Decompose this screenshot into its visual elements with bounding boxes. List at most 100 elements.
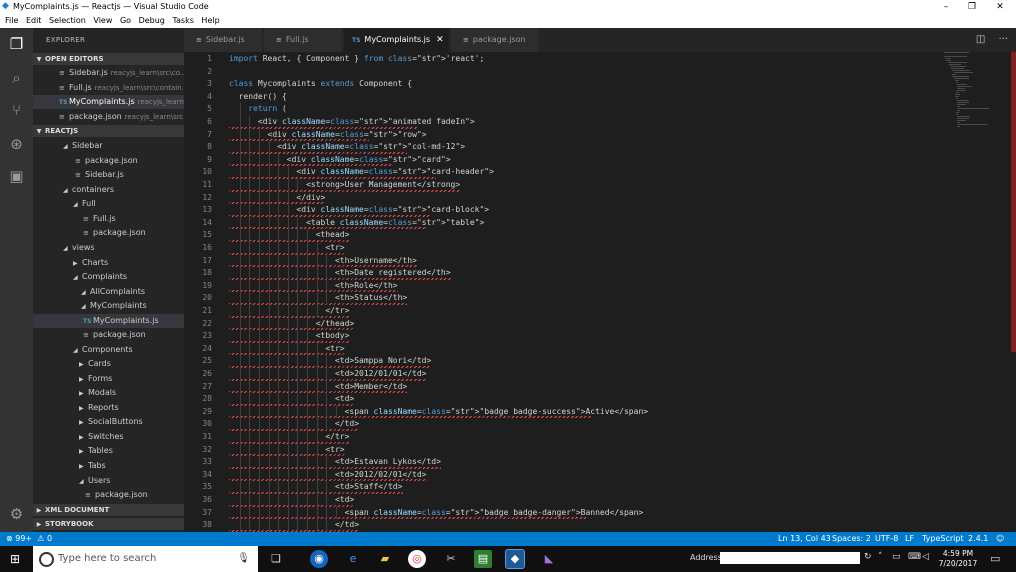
minimap-line [946,60,952,61]
minimap-line [958,108,989,109]
menu-edit[interactable]: Edit [26,14,42,28]
indent-guide [287,305,289,318]
menu-file[interactable]: File [5,14,18,28]
minimap-line [957,86,972,87]
taskbar-clock[interactable]: 4:59 PM 7/20/2017 [937,549,979,569]
menu-debug[interactable]: Debug [139,14,165,28]
indent-guide [258,418,260,431]
gear-icon[interactable]: ⚙ [6,504,27,525]
indent-guide [239,153,241,167]
menu-selection[interactable]: Selection [49,14,86,28]
split-editor-icon[interactable]: ◫ [976,34,985,45]
line-number: 19 [202,280,212,290]
problems-indicator[interactable]: ⊗ 99+ ⚠ 0 [6,532,52,546]
indent-guide [316,242,318,255]
minimap-line [957,126,961,127]
code-line[interactable]: return ( [229,103,287,116]
tab-sidebar-js[interactable]: ≡ Sidebar.js [184,28,262,52]
indent-guide [239,128,241,142]
cortana-icon [39,552,54,567]
source-control-icon[interactable]: ⑂ [6,100,27,121]
open-editors-section[interactable]: ▼ OPEN EDITORS [33,53,184,65]
encoding-setting[interactable]: UTF-8 [875,532,898,546]
menu-help[interactable]: Help [201,14,219,28]
tools-icon[interactable]: ✂ [442,550,460,568]
code-line[interactable]: class Mycomplaints extends Component { [229,78,412,91]
chevron-down-icon: ◢ [63,187,68,194]
extensions-icon[interactable]: ▣ [6,166,27,187]
more-actions-icon[interactable]: ··· [998,34,1008,45]
vscode-taskbar-icon[interactable]: ◆ [505,549,525,569]
chevron-down-icon: ▼ [36,128,42,135]
refresh-icon[interactable]: ↻ [864,552,872,562]
task-view-icon[interactable]: ❏ [267,550,285,568]
indent-guide [249,242,251,255]
close-window-button[interactable]: ✕ [986,0,1014,14]
network-icon[interactable]: ▭ [892,552,901,562]
open-editor-item[interactable]: ≡ Full.js reacyjs_learn\src\contain... [33,81,184,95]
feedback-smiley-icon[interactable]: ☺ [996,532,1004,546]
minimize-button[interactable]: – [932,0,960,14]
editor-scrollbar[interactable] [1011,52,1016,352]
chevron-right-icon: ▶ [79,376,84,383]
indent-guide [316,355,318,368]
chrome-icon[interactable]: ◎ [408,550,426,568]
xml-document-section[interactable]: ▶ XML DOCUMENT [33,504,184,516]
indentation-setting[interactable]: Spaces: 2 [832,532,871,546]
notifications-icon[interactable]: ▭ [990,552,1000,565]
spreadsheet-icon[interactable]: ▤ [474,550,492,568]
debug-icon[interactable]: ⊛ [6,134,27,155]
menu-go[interactable]: Go [120,14,131,28]
tab-full-js[interactable]: ≡ Full.js [264,28,342,52]
eol-setting[interactable]: LF [905,532,914,546]
volume-icon[interactable]: ◁ [922,552,929,562]
indent-guide [268,153,270,167]
indent-guide [258,191,260,205]
open-editor-item[interactable]: ≡ package.json reacyjs_learn\src... [33,110,184,124]
indent-guide [249,393,251,406]
chevron-down-icon: ◢ [81,303,86,310]
minimap[interactable] [944,52,1004,132]
address-input[interactable] [720,552,860,564]
close-icon[interactable]: ✕ [436,35,444,45]
maximize-button[interactable]: ❐ [958,0,986,14]
minimap-line [952,70,970,71]
open-editor-item[interactable]: ≡ Sidebar.js reacyjs_learn\src\co... [33,66,184,80]
code-editor[interactable]: 1 import React, { Component } from class=… [184,52,1016,532]
line-number: 35 [202,482,212,492]
file-explorer-icon[interactable]: ▰ [376,550,394,568]
tray-chevron-up-icon[interactable]: ˄ [878,552,883,562]
microphone-icon[interactable]: 🎙 [237,546,250,572]
menu-view[interactable]: View [93,14,112,28]
taskbar-search-box[interactable]: Type here to search 🎙 [33,546,258,572]
indent-guide [258,330,260,343]
visual-studio-icon[interactable]: ◣ [540,550,558,568]
typescript-version[interactable]: 2.4.1 [968,532,988,546]
keyboard-icon[interactable]: ⌨ [908,552,921,562]
indent-guide [249,443,251,457]
search-icon[interactable]: ⌕ [6,68,27,89]
tab-mycomplaints-js[interactable]: TS MyComplaints.js ✕ [344,28,449,52]
cursor-position[interactable]: Ln 13, Col 43 [778,532,831,546]
chevron-down-icon: ◢ [63,143,68,150]
storybook-section[interactable]: ▶ STORYBOOK [33,518,184,530]
language-mode[interactable]: TypeScript [922,532,964,546]
indent-guide [239,418,241,431]
windows-start-icon[interactable]: ⊞ [10,552,24,566]
indent-guide [258,179,260,192]
project-section[interactable]: ▼ REACTJS [33,125,184,137]
menu-tasks[interactable]: Tasks [172,14,193,28]
indent-guide [287,481,289,494]
indent-guide [249,191,251,205]
indent-guide [249,141,251,154]
minimap-line [954,96,959,97]
explorer-icon[interactable]: ❐ [6,34,27,55]
code-line[interactable]: import React, { Component } from class="… [229,53,484,66]
open-editor-item-active[interactable]: TSMyComplaints.jsreacyjs_learn... [33,95,184,109]
line-number: 37 [202,507,212,517]
code-line[interactable]: render() { [229,91,287,104]
tab-package-json[interactable]: ≡ package.json [451,28,539,52]
firefox-icon[interactable]: ◉ [310,550,328,568]
indent-guide [268,431,270,444]
edge-icon[interactable]: e [344,550,362,568]
